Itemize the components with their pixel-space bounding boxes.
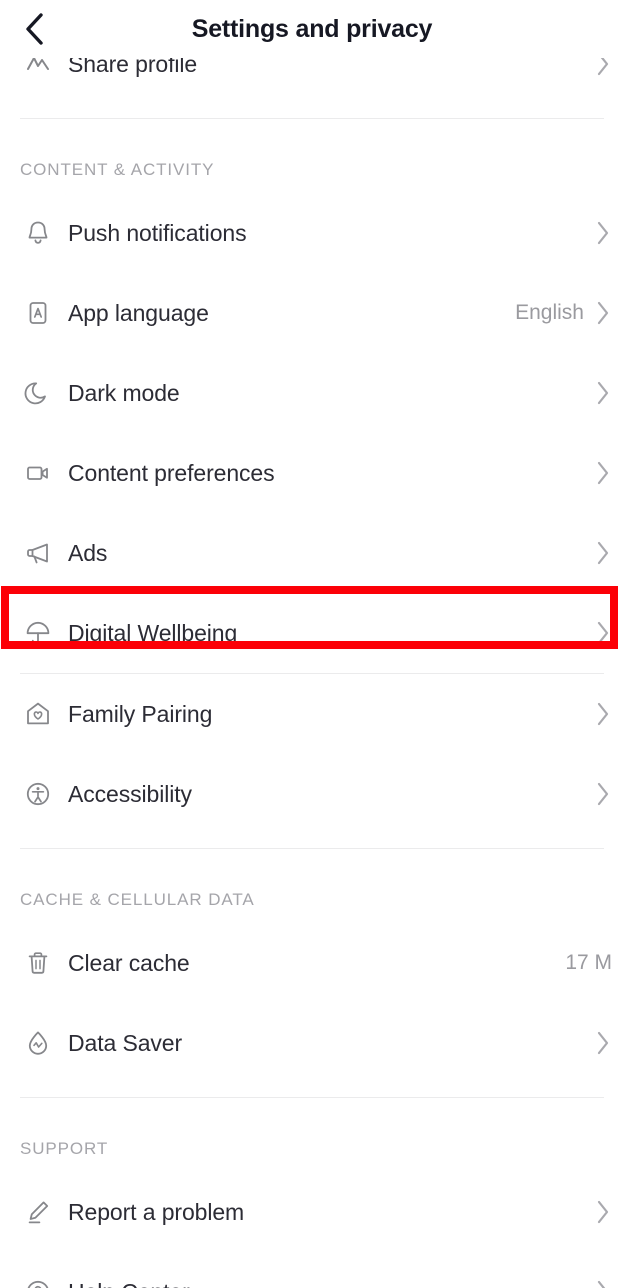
language-a-box-icon <box>20 295 56 331</box>
list-item-report-a-problem[interactable]: Report a problem <box>0 1172 624 1252</box>
app-header: Settings and privacy <box>0 0 624 58</box>
moon-icon <box>20 375 56 411</box>
video-camera-icon <box>20 455 56 491</box>
page-title: Settings and privacy <box>191 14 433 43</box>
list-item-app-language[interactable]: App language English <box>0 273 624 353</box>
accessibility-person-icon <box>20 776 56 812</box>
list-item-push-notifications[interactable]: Push notifications <box>0 193 624 273</box>
list-item-value: English <box>515 301 584 324</box>
chevron-left-icon <box>22 12 46 46</box>
list-item-digital-wellbeing[interactable]: Digital Wellbeing <box>0 593 624 673</box>
list-item-label: Dark mode <box>68 379 180 406</box>
section-header-support: SUPPORT <box>20 1139 109 1158</box>
umbrella-icon <box>20 615 56 651</box>
list-item-label: Data Saver <box>68 1029 183 1056</box>
chevron-right-icon <box>594 1278 612 1288</box>
house-heart-icon <box>20 696 56 732</box>
list-item-label: Content preferences <box>68 459 275 486</box>
chevron-right-icon <box>594 219 612 247</box>
list-item-label: App language <box>68 299 209 326</box>
back-button[interactable] <box>12 7 56 51</box>
trash-icon <box>20 945 56 981</box>
megaphone-icon <box>20 535 56 571</box>
chevron-right-icon <box>594 1198 612 1226</box>
list-item-help-center[interactable]: Help Center <box>0 1252 624 1288</box>
chevron-right-icon <box>594 379 612 407</box>
settings-and-privacy-screen: Settings and privacy Share profile CONTE… <box>0 0 624 1288</box>
list-item-clear-cache[interactable]: Clear cache 17 M <box>0 923 624 1003</box>
list-item-label: Share profile <box>68 58 198 77</box>
section-header-cache-cellular-data: CACHE & CELLULAR DATA <box>20 890 255 909</box>
chevron-right-icon <box>594 1029 612 1057</box>
list-item-content-preferences[interactable]: Content preferences <box>0 433 624 513</box>
chevron-right-icon <box>594 780 612 808</box>
list-item-share-profile[interactable]: Share profile <box>0 58 624 104</box>
chevron-right-icon <box>594 58 612 78</box>
list-item-label: Push notifications <box>68 219 247 246</box>
list-item-label: Digital Wellbeing <box>68 619 238 646</box>
list-item-label: Clear cache <box>68 949 190 976</box>
list-item-accessibility[interactable]: Accessibility <box>0 754 624 834</box>
chevron-right-icon <box>594 299 612 327</box>
list-item-label: Help Center <box>68 1279 190 1288</box>
list-item-label: Report a problem <box>68 1198 245 1225</box>
list-item-dark-mode[interactable]: Dark mode <box>0 353 624 433</box>
list-item-family-pairing[interactable]: Family Pairing <box>0 674 624 754</box>
list-item-ads[interactable]: Ads <box>0 513 624 593</box>
chevron-right-icon <box>594 619 612 647</box>
data-saver-droplet-icon <box>20 1025 56 1061</box>
chevron-right-icon <box>594 700 612 728</box>
chevron-right-icon <box>594 539 612 567</box>
settings-list[interactable]: Share profile CONTENT & ACTIVITY Push no… <box>0 58 624 1288</box>
question-circle-icon <box>20 1274 56 1288</box>
chevron-right-icon <box>594 459 612 487</box>
section-header-content-activity: CONTENT & ACTIVITY <box>20 160 215 179</box>
cache-size-value: 17 M <box>565 951 612 974</box>
share-profile-icon <box>20 58 56 82</box>
bell-icon <box>20 215 56 251</box>
list-item-label: Accessibility <box>68 780 192 807</box>
pencil-icon <box>20 1194 56 1230</box>
list-item-data-saver[interactable]: Data Saver <box>0 1003 624 1083</box>
list-item-label: Family Pairing <box>68 700 213 727</box>
list-item-label: Ads <box>68 539 108 566</box>
